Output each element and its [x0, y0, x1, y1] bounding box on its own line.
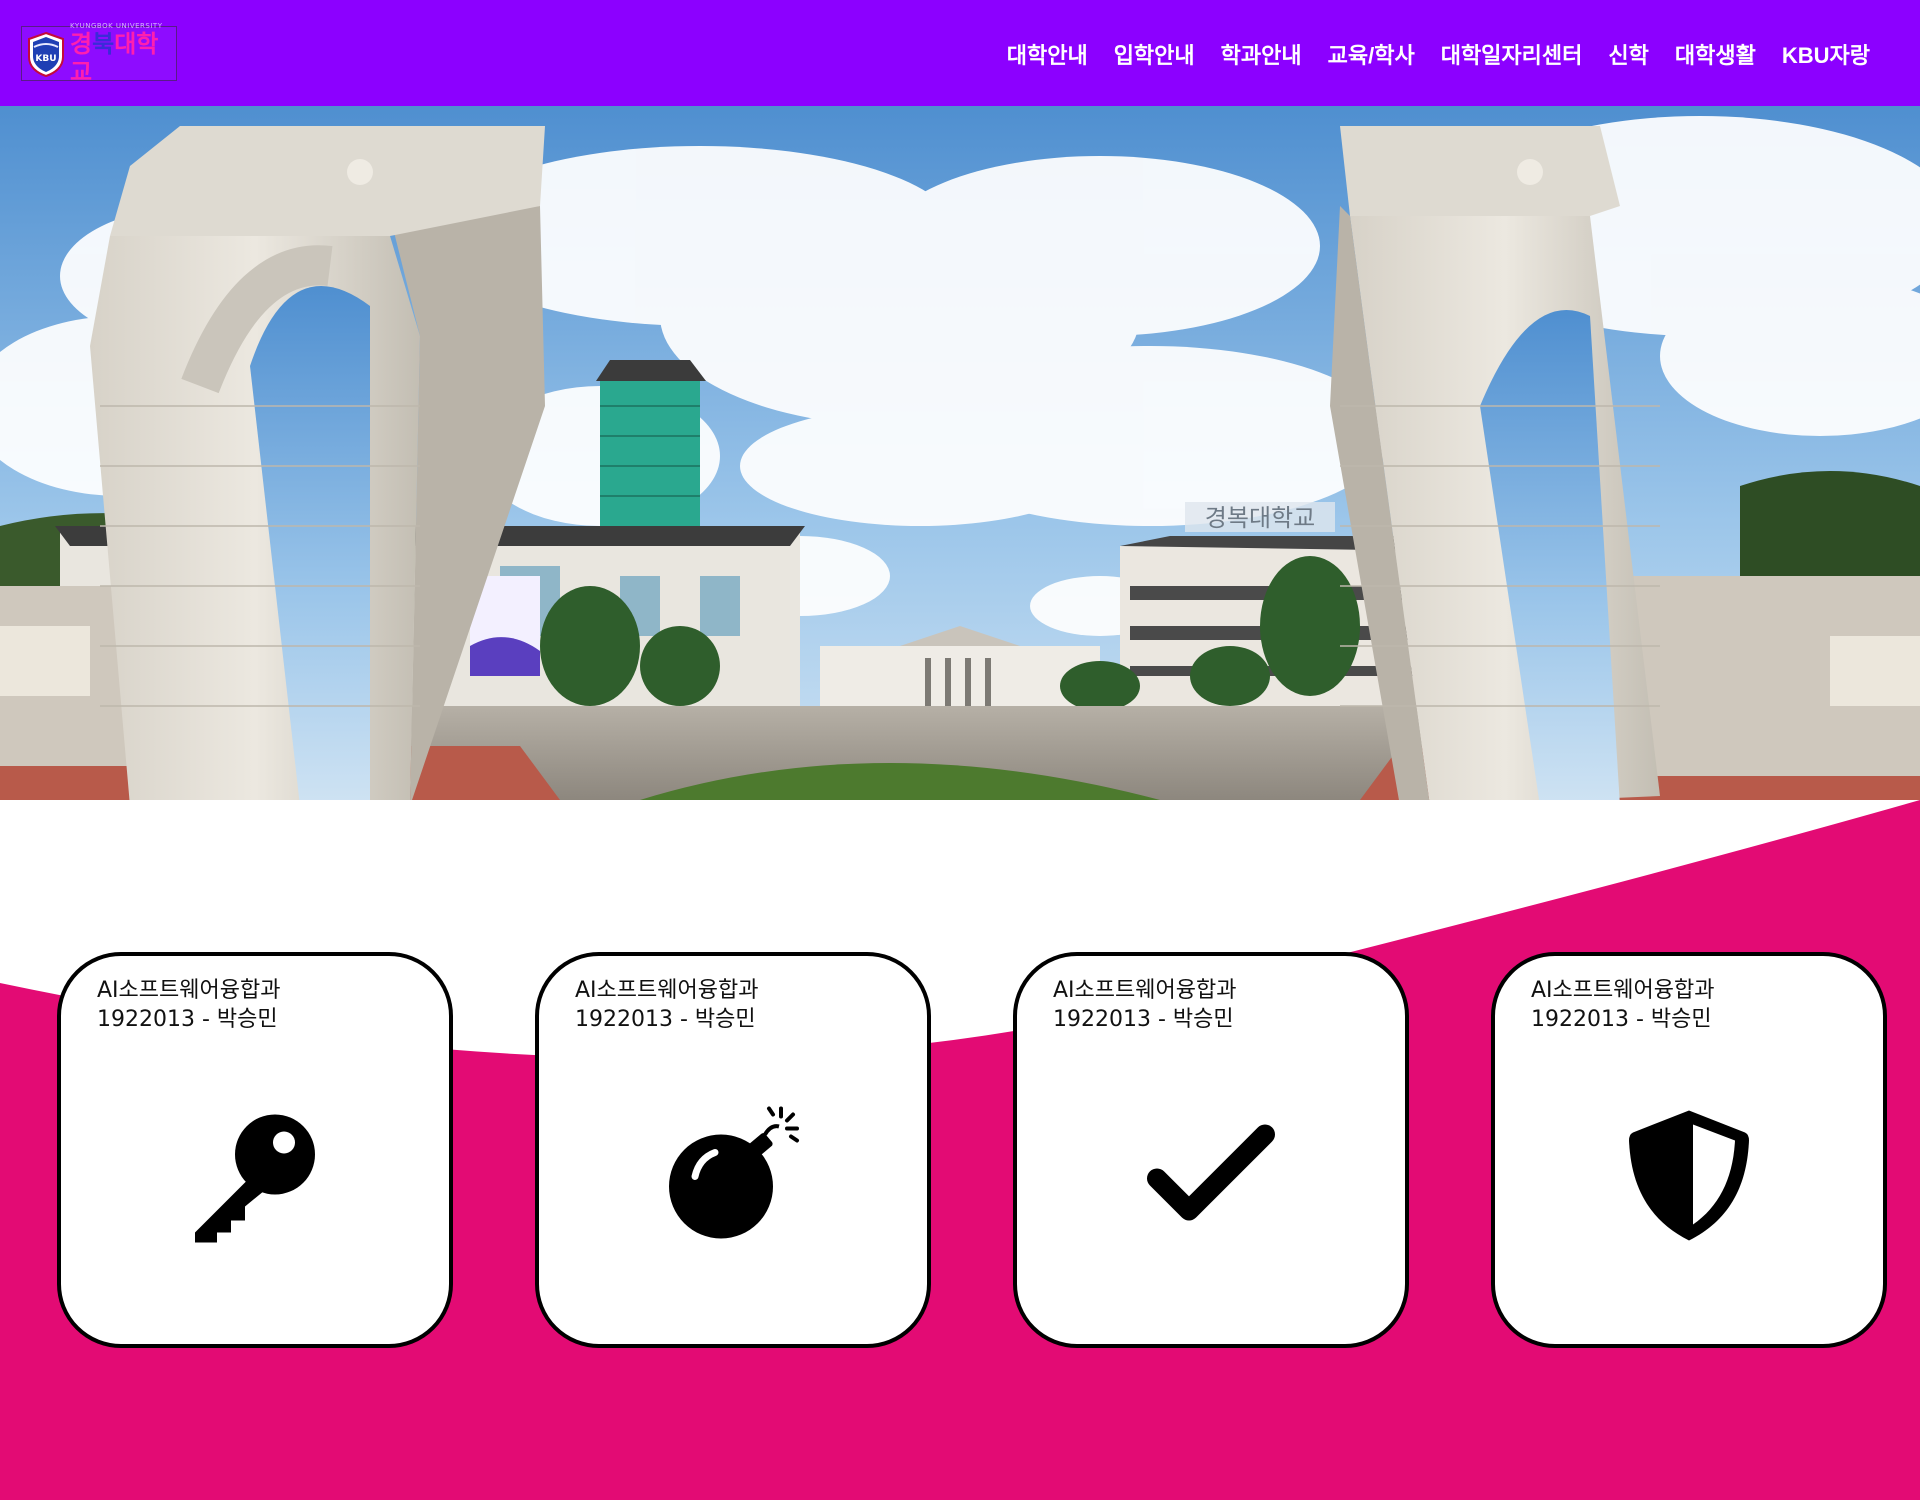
card-text: AI소프트웨어융합과 1922013 - 박승민	[1531, 976, 1714, 1034]
nav-item-departments[interactable]: 학과안내	[1221, 38, 1302, 70]
card-student-info: 1922013 - 박승민	[1053, 1007, 1234, 1032]
logo-english-text: KYUNGBOK UNIVERSITY	[70, 21, 163, 30]
profile-card-4[interactable]: AI소프트웨어융합과 1922013 - 박승민	[1491, 952, 1887, 1348]
profile-card-1[interactable]: AI소프트웨어융합과 1922013 - 박승민	[57, 952, 453, 1348]
card-text: AI소프트웨어융합과 1922013 - 박승민	[1053, 976, 1236, 1034]
card-department: AI소프트웨어융합과	[1053, 978, 1237, 1003]
site-header: KBU KYUNGBOK UNIVERSITY 경북대학교 대학안내 입학안내 …	[0, 0, 1920, 106]
card-student-info: 1922013 - 박승민	[575, 1007, 756, 1032]
logo-wordmark: KYUNGBOK UNIVERSITY 경북대학교	[70, 22, 176, 86]
card-text: AI소프트웨어융합과 1922013 - 박승민	[97, 976, 280, 1034]
card-student-info: 1922013 - 박승민	[1531, 1007, 1712, 1032]
nav-item-admission[interactable]: 입학안내	[1114, 38, 1195, 70]
hero-campus-image: 경복대학교	[0, 106, 1920, 800]
logo-char-2: 북	[92, 29, 115, 58]
university-emblem-icon: KBU	[26, 31, 66, 77]
card-department: AI소프트웨어융합과	[1531, 978, 1715, 1003]
logo-char-1: 경	[70, 29, 93, 58]
card-department: AI소프트웨어융합과	[97, 978, 281, 1003]
nav-item-career-center[interactable]: 대학일자리센터	[1441, 38, 1583, 70]
nav-item-kbu-pride[interactable]: KBU자랑	[1782, 38, 1870, 70]
check-icon	[1147, 1124, 1275, 1221]
key-icon	[195, 1114, 315, 1243]
card-department: AI소프트웨어융합과	[575, 978, 759, 1003]
shield-halved-icon	[1629, 1110, 1749, 1241]
card-student-info: 1922013 - 박승민	[97, 1007, 278, 1032]
campus-sign-text: 경복대학교	[1205, 504, 1315, 532]
nav-item-campus-life[interactable]: 대학생활	[1675, 38, 1756, 70]
site-logo[interactable]: KBU KYUNGBOK UNIVERSITY 경북대학교	[21, 22, 177, 86]
logo-badge-text: KBU	[35, 54, 56, 64]
logo-korean-text: 경북대학교	[70, 30, 176, 86]
bomb-icon	[669, 1106, 799, 1239]
main-nav: 대학안내 입학안내 학과안내 교육/학사 대학일자리센터 신학 대학생활 KBU…	[981, 38, 1870, 70]
nav-item-about[interactable]: 대학안내	[1007, 38, 1088, 70]
card-text: AI소프트웨어융합과 1922013 - 박승민	[575, 976, 758, 1034]
profile-card-3[interactable]: AI소프트웨어융합과 1922013 - 박승민	[1013, 952, 1409, 1348]
profile-card-2[interactable]: AI소프트웨어융합과 1922013 - 박승민	[535, 952, 931, 1348]
nav-item-theology[interactable]: 신학	[1608, 38, 1648, 70]
nav-item-academics[interactable]: 교육/학사	[1328, 38, 1415, 70]
